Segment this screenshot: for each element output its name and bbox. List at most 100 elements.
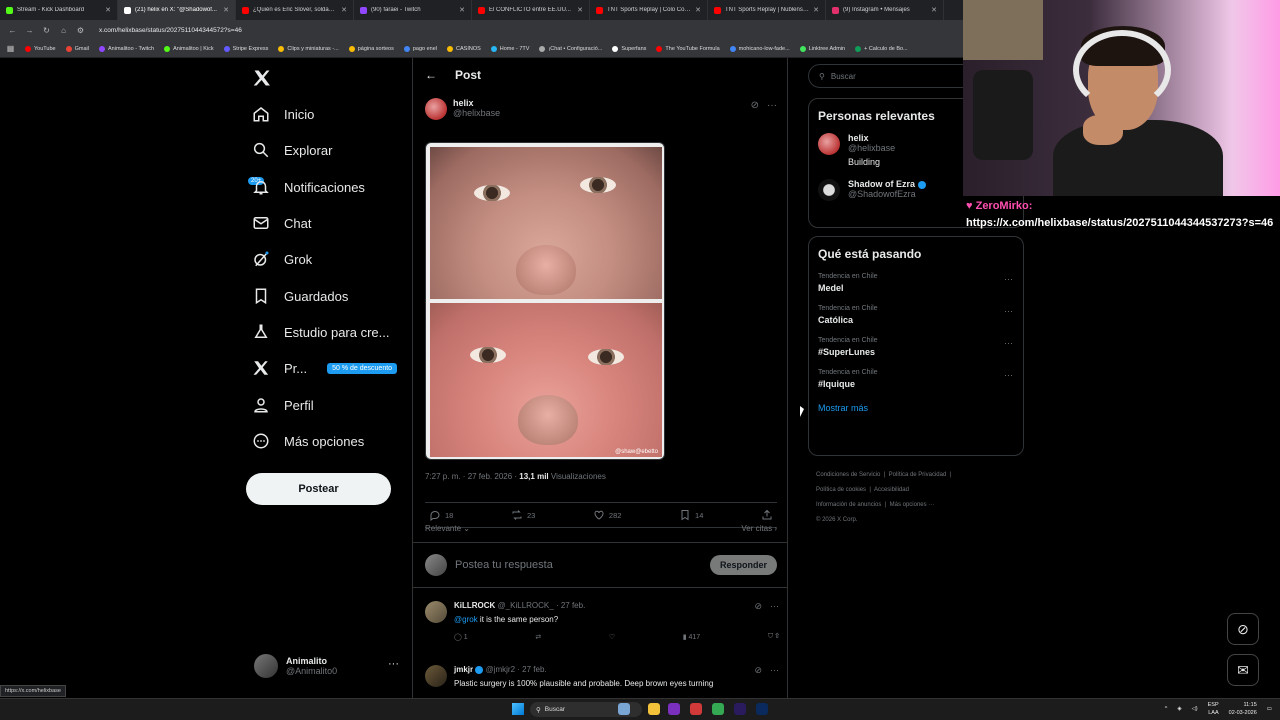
comment-item[interactable]: jmkjr @jmkjr2 · 27 feb. ⊘ ··· Plastic sur… (425, 665, 779, 698)
author-name[interactable]: helix (453, 98, 500, 108)
trend-item[interactable]: Tendencia en Chile #SuperLunes ··· (809, 331, 1023, 363)
browser-tab[interactable]: TNT Sports Replay | Colo Colo... ✕ (590, 0, 708, 20)
person-handle[interactable]: @helixbase (848, 143, 895, 153)
bookmark-item[interactable]: Clips y miniaturas -... (278, 45, 339, 52)
mention-link[interactable]: @grok (454, 615, 478, 624)
grok-icon[interactable]: ⊘ (751, 100, 759, 111)
comment-handle[interactable]: @jmkjr2 (486, 665, 515, 674)
taskbar-app-icon[interactable] (618, 703, 630, 715)
more-icon[interactable]: ··· (770, 601, 779, 612)
nav-more-options[interactable]: Más opciones (252, 429, 364, 453)
author-handle[interactable]: @helixbase (453, 108, 500, 118)
bookmark-item[interactable]: CASINOS (447, 45, 481, 52)
bookmark-item[interactable]: página sorteos (348, 45, 394, 52)
url-field[interactable]: x.com/helixbase/status/2027511044344572?… (99, 27, 242, 34)
tray-chevron-icon[interactable]: ^ (1165, 705, 1168, 713)
bookmark-item[interactable]: + Calculo de Bo... (855, 45, 908, 52)
forward-icon[interactable]: → (25, 26, 34, 35)
comment-date[interactable]: · 27 feb. (517, 665, 546, 674)
taskbar-app-icon[interactable] (668, 703, 680, 715)
file-explorer-icon[interactable] (648, 703, 660, 715)
nav-notifications[interactable]: Notificaciones (252, 175, 365, 199)
more-icon[interactable]: ··· (1004, 338, 1013, 348)
post-image[interactable]: @shaw@ebetto (425, 142, 665, 460)
nav-premium[interactable]: Pr... 50 % de descuento (252, 356, 398, 380)
person-name[interactable]: Shadow of Ezra (848, 179, 915, 189)
language-indicator[interactable]: ESP LAA (1208, 701, 1219, 717)
tab-close-icon[interactable]: ✕ (223, 6, 229, 14)
browser-tab[interactable]: (9) Instagram • Mensajes ✕ (826, 0, 944, 20)
repost-icon[interactable]: ⇄ (535, 633, 541, 641)
more-icon[interactable]: ··· (1004, 370, 1013, 380)
trend-item[interactable]: Tendencia en Chile Católica ··· (809, 299, 1023, 331)
back-arrow-icon[interactable]: ← (425, 68, 437, 82)
network-icon[interactable]: ◈ (1177, 705, 1181, 713)
bookmark-action[interactable]: 14 (679, 509, 703, 521)
footer-link[interactable]: Más opciones ··· (890, 502, 935, 508)
volume-icon[interactable]: ◁) (1192, 705, 1198, 713)
windows-start-icon[interactable] (512, 703, 524, 715)
reply-input[interactable]: Postea tu respuesta (455, 559, 702, 571)
more-icon[interactable]: ··· (770, 665, 779, 676)
reply-button[interactable]: Responder (709, 555, 777, 575)
reload-icon[interactable]: ↻ (42, 26, 51, 35)
person-handle[interactable]: @ShadowofEzra (848, 189, 926, 199)
bookmark-item[interactable]: pago enel (403, 45, 437, 52)
bookmark-item[interactable]: Home - 7TV (490, 45, 529, 52)
bookmark-item[interactable]: ¡Chat • Configuració... (539, 45, 602, 52)
avatar[interactable] (425, 601, 447, 623)
comment-item[interactable]: KiLLROCK @_KiLLROCK_ · 27 feb. ⊘ ··· @gro… (425, 601, 779, 651)
taskbar-app-icon[interactable] (690, 703, 702, 715)
avatar[interactable] (818, 179, 840, 201)
share-icon[interactable]: ⇧ (775, 633, 779, 640)
tab-close-icon[interactable]: ✕ (459, 6, 465, 14)
back-icon[interactable]: ← (8, 26, 17, 35)
nav-chat[interactable]: Chat (252, 211, 311, 235)
home-icon[interactable]: ⌂ (59, 26, 68, 35)
trend-item[interactable]: Tendencia en Chile #Iquique ··· (809, 363, 1023, 395)
clock[interactable]: 11:15 02-03-2026 (1229, 701, 1257, 717)
bookmark-item[interactable]: Animalitoo - Twitch (99, 45, 154, 52)
account-switcher[interactable]: Animalito @Animalito0 (254, 654, 337, 678)
nav-home[interactable]: Inicio (252, 102, 314, 126)
avatar[interactable] (818, 133, 840, 155)
footer-link[interactable]: Política de cookies (816, 487, 866, 493)
grok-icon[interactable]: ⊘ (754, 665, 762, 676)
bookmark-item[interactable]: Superfans (612, 45, 646, 52)
bookmark-item[interactable]: The YouTube Formula (656, 45, 720, 52)
more-icon[interactable]: ··· (1004, 274, 1013, 284)
show-more-link[interactable]: Mostrar más (809, 395, 1023, 423)
account-more-icon[interactable]: ··· (388, 658, 399, 670)
bookmark-item[interactable]: mohicano-low-fade... (729, 45, 790, 52)
premiere-icon[interactable] (734, 703, 746, 715)
photoshop-icon[interactable] (756, 703, 768, 715)
footer-link[interactable]: Condiciones de Servicio (816, 472, 880, 478)
footer-link[interactable]: Política de Privacidad (889, 472, 947, 478)
repost-action[interactable]: 23 (511, 509, 535, 521)
apps-icon[interactable]: ▦ (6, 44, 15, 53)
notification-icon[interactable]: ▭ (1267, 705, 1272, 713)
reply-action[interactable]: ◯ 1 (454, 633, 468, 641)
comment-handle[interactable]: @_KiLLROCK_ (498, 601, 554, 610)
nav-creator-studio[interactable]: Estudio para cre... (252, 320, 390, 344)
view-quotes-link[interactable]: Ver citas › (741, 524, 777, 533)
more-icon[interactable]: ··· (767, 100, 777, 111)
comment-author[interactable]: KiLLROCK (454, 601, 495, 610)
post-time[interactable]: 7:27 p. m. (425, 472, 461, 481)
avatar[interactable] (425, 665, 447, 687)
trend-item[interactable]: Tendencia en Chile Medel ··· (809, 267, 1023, 299)
comment-date[interactable]: · 27 feb. (556, 601, 585, 610)
share-action[interactable] (761, 509, 773, 521)
views-action[interactable]: ▮ 417 (683, 633, 700, 641)
browser-tab[interactable]: (90) faraei - Twitch ✕ (354, 0, 472, 20)
tab-close-icon[interactable]: ✕ (577, 6, 583, 14)
tab-close-icon[interactable]: ✕ (341, 6, 347, 14)
browser-tab[interactable]: El CONFLICTO entre EE.UU... ✕ (472, 0, 590, 20)
tab-close-icon[interactable]: ✕ (813, 6, 819, 14)
avatar[interactable] (425, 98, 447, 120)
browser-tab[interactable]: ¿Quién es Eric Slover, soldado... ✕ (236, 0, 354, 20)
tab-close-icon[interactable]: ✕ (931, 6, 937, 14)
comment-author[interactable]: jmkjr (454, 665, 473, 674)
footer-link[interactable]: Accesibilidad (874, 487, 909, 493)
nav-bookmarks[interactable]: Guardados (252, 284, 348, 308)
